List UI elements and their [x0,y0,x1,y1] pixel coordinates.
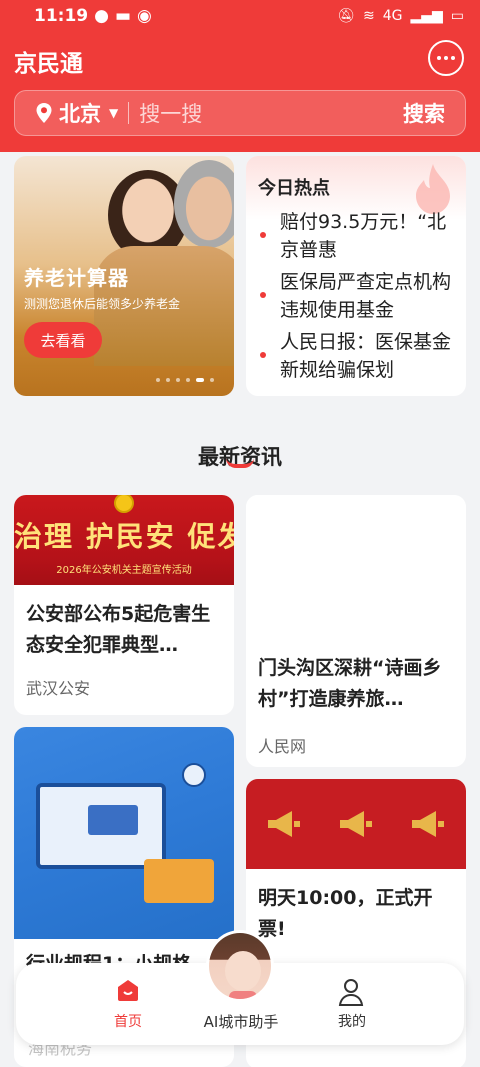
network-label: 4G [382,8,403,24]
clock-icon [182,763,206,787]
carousel-dot-active [196,378,204,382]
app-title: 京民通 [14,51,83,77]
carousel-dot [186,378,190,382]
hot-topics-card[interactable]: 今日热点 赔付93.5万元！“北京普惠 医保局严查定点机构违规使用基金 人民日报… [246,156,466,396]
news-card-title: 门头沟区深耕“诗画乡村”打造康养旅… [258,657,442,710]
message-icon: ● [94,6,109,26]
avatar-face-image [225,951,261,991]
pension-calculator-banner[interactable]: 养老计算器 测测您退休后能领多少养老金 去看看 [14,156,234,396]
mute-icon: 🔕︎ [337,8,355,24]
news-card-image: 治理 护民安 促发 2026年公安机关主题宣传活动 [14,495,234,585]
police-emblem-icon [114,495,134,513]
status-bar: 11:19 ● ▬ ◉ 🔕︎ ≋ 4G ▂▄▆ ▭ [0,0,480,32]
more-dot-icon [437,56,441,60]
news-card[interactable]: 治理 护民安 促发 2026年公安机关主题宣传活动 公安部公布5起危害生态安全犯… [14,495,234,715]
tab-ai-assistant[interactable]: AI城市助手 [186,1011,296,1032]
app-notification-icon: ▬ [114,6,132,26]
notification-icons: ● ▬ ◉ [94,6,152,26]
search-input[interactable]: 搜一搜 [139,98,403,128]
system-icons: 🔕︎ ≋ 4G ▂▄▆ ▭ [337,8,464,24]
news-card-source: 武汉公安 [26,679,91,698]
news-card-title: 明天10:00，正式开票! [258,887,433,940]
hot-topic-item[interactable]: 人民日报：医保基金新规给骗保划 [246,328,466,388]
status-time: 11:19 [34,6,89,26]
news-card-source: 人民网 [258,737,307,756]
search-bar[interactable]: 北京 ▼ 搜一搜 搜索 [14,90,466,136]
news-card-title: 公安部公布5起危害生态安全犯罪典型… [26,603,211,656]
more-dot-icon [451,56,455,60]
hot-topics-title: 今日热点 [258,178,330,199]
image-subline-text: 2026年公安机关主题宣传活动 [56,565,192,576]
battery-icon: ▭ [450,8,464,24]
banner-title: 养老计算器 [24,266,129,290]
carousel-dot [210,378,214,382]
books-illustration [144,859,214,903]
news-card-image [246,779,466,869]
banner-subtitle: 测测您退休后能领多少养老金 [24,297,181,311]
search-divider [128,102,130,124]
online-course-illustration [14,727,234,939]
signal-icon: ▂▄▆ [410,8,443,24]
more-button[interactable] [428,40,464,76]
news-card-image-placeholder [246,495,466,643]
carousel-dot [156,378,160,382]
user-icon[interactable] [338,978,364,1006]
more-dot-icon [444,56,448,60]
carousel-dot [176,378,180,382]
carousel-dot [166,378,170,382]
megaphone-icon [268,811,300,837]
city-selector[interactable]: 北京 [59,98,101,128]
carousel-dots [156,378,214,382]
hot-topics-list: 赔付93.5万元！“北京普惠 医保局严查定点机构违规使用基金 人民日报：医保基金… [246,208,466,388]
search-button[interactable]: 搜索 [403,98,445,128]
wechat-icon: ◉ [137,6,152,26]
news-card[interactable]: 门头沟区深耕“诗画乡村”打造康养旅… 人民网 [246,495,466,767]
video-player-illustration [88,805,138,835]
tab-me[interactable]: 我的 [322,1011,382,1031]
image-headline-text: 治理 护民安 促发 [14,520,234,553]
header: 京民通 北京 ▼ 搜一搜 搜索 [0,32,480,152]
megaphone-icon [412,811,444,837]
location-pin-icon [36,103,52,123]
megaphone-icon [340,811,372,837]
chevron-down-icon[interactable]: ▼ [109,106,118,120]
tab-home[interactable]: 首页 [98,1011,158,1031]
wifi-icon: ≋ [362,8,375,24]
ai-assistant-avatar[interactable] [206,930,274,1002]
banner-cta-button[interactable]: 去看看 [24,322,102,358]
hot-topic-item[interactable]: 赔付93.5万元！“北京普惠 [246,208,466,268]
home-icon[interactable] [115,978,141,1002]
hot-topic-item[interactable]: 医保局严查定点机构违规使用基金 [246,268,466,328]
